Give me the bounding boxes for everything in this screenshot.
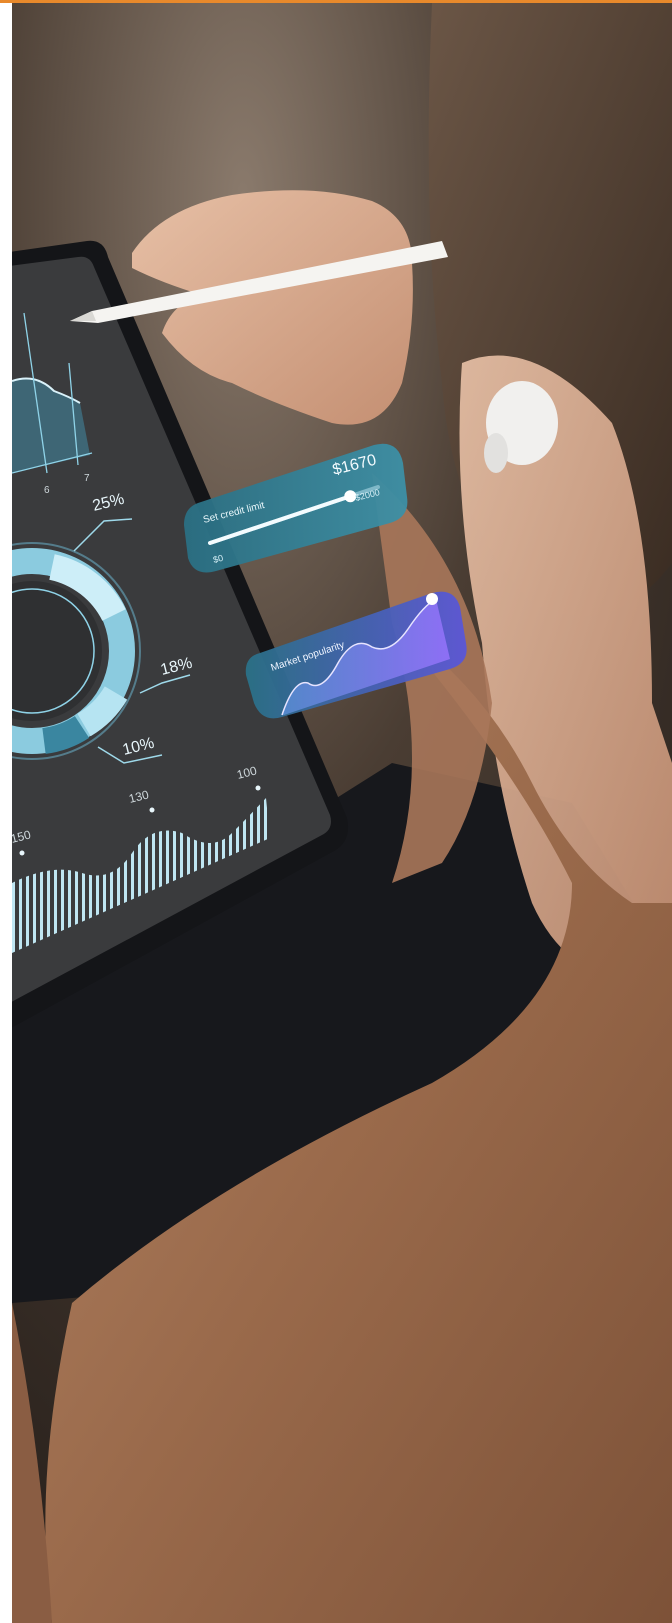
wave-chart-point <box>149 807 155 813</box>
line-chart-tick-label: 7 <box>84 473 90 484</box>
donut-segment-10 <box>41 715 90 754</box>
photo-scene: 6 7 25% 18% 10% 150 130 100 Set credit l… <box>12 3 672 1623</box>
stock-photo: 6 7 25% 18% 10% 150 130 100 Set credit l… <box>12 3 672 1623</box>
popularity-point <box>426 593 438 605</box>
left-margin-strip <box>0 3 12 1623</box>
wave-chart-point <box>255 785 261 791</box>
photo-frame: 6 7 25% 18% 10% 150 130 100 Set credit l… <box>0 0 672 1623</box>
wave-chart-point <box>19 850 25 856</box>
line-chart-tick-label: 6 <box>44 485 50 496</box>
